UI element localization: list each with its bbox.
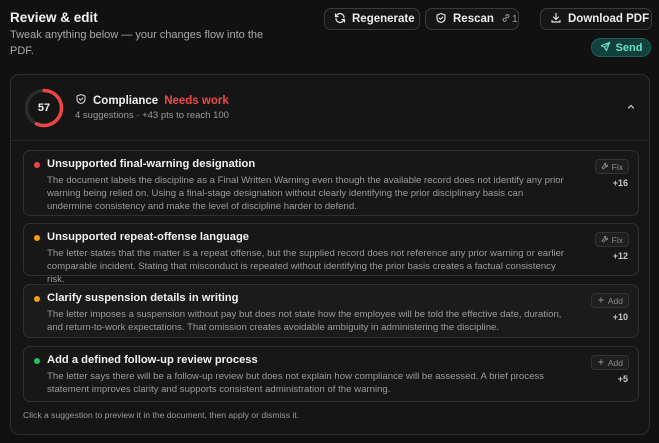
regenerate-button[interactable]: Regenerate <box>324 8 420 30</box>
plus-icon <box>597 296 605 306</box>
rescan-count-value: 1 <box>511 13 518 25</box>
compliance-summary-row[interactable]: 57 Compliance Needs work 4 suggestions ·… <box>11 75 649 141</box>
suggestion-card[interactable]: Unsupported repeat-offense language The … <box>23 223 639 285</box>
compliance-score-value: 57 <box>37 102 51 114</box>
add-button[interactable]: Add <box>590 355 629 370</box>
plus-icon <box>597 358 605 368</box>
send-button[interactable]: Send <box>591 38 651 57</box>
rescan-count: 1 <box>501 13 518 26</box>
fix-label: Fix <box>611 234 623 245</box>
severity-dot <box>34 296 40 302</box>
download-pdf-label: Download PDF <box>568 13 650 25</box>
severity-dot <box>34 162 40 168</box>
suggestion-card[interactable]: Add a defined follow-up review process T… <box>23 346 639 402</box>
suggestion-points: +10 <box>612 312 628 322</box>
shield-icon <box>75 93 87 108</box>
send-label: Send <box>615 41 643 54</box>
suggestion-card[interactable]: Clarify suspension details in writing Th… <box>23 284 639 338</box>
suggestion-title: Unsupported repeat-offense language <box>47 231 250 243</box>
download-pdf-button[interactable]: Download PDF <box>540 8 652 30</box>
page-subtitle: Tweak anything below — your changes flow… <box>10 29 264 57</box>
add-label: Add <box>607 357 623 368</box>
add-button[interactable]: Add <box>590 293 629 308</box>
chevron-up-icon[interactable] <box>625 100 637 112</box>
header: Review & edit Tweak anything below — you… <box>10 8 652 68</box>
compliance-status: Needs work <box>164 94 229 107</box>
link-icon <box>501 13 511 26</box>
wrench-icon <box>601 235 609 245</box>
suggestion-points: +16 <box>612 178 628 188</box>
suggestion-description: The letter says there will be a follow-u… <box>47 371 544 395</box>
regenerate-label: Regenerate <box>352 13 415 25</box>
suggestion-title: Clarify suspension details in writing <box>47 292 239 304</box>
download-icon <box>550 12 562 27</box>
wrench-icon <box>601 162 609 172</box>
send-icon <box>600 41 611 55</box>
rescan-button[interactable]: Rescan 1 <box>425 8 519 30</box>
suggestion-points: +5 <box>617 374 628 384</box>
suggestion-title: Unsupported final-warning designation <box>47 158 256 170</box>
footer-hint: Click a suggestion to preview it in the … <box>23 410 300 420</box>
fix-button[interactable]: Fix <box>594 232 629 247</box>
suggestion-title: Add a defined follow-up review process <box>47 354 258 366</box>
suggestion-card[interactable]: Unsupported final-warning designation Th… <box>23 150 639 216</box>
fix-label: Fix <box>611 161 623 172</box>
suggestion-description: The letter imposes a suspension without … <box>47 309 562 333</box>
fix-button[interactable]: Fix <box>594 159 629 174</box>
add-label: Add <box>607 295 623 306</box>
severity-dot <box>34 235 40 241</box>
page-title: Review & edit <box>10 10 98 25</box>
shield-check-icon <box>435 12 447 27</box>
suggestion-description: The letter states that the matter is a r… <box>47 248 565 285</box>
suggestion-points: +12 <box>612 251 628 261</box>
rescan-label: Rescan <box>453 13 494 25</box>
compliance-panel: 57 Compliance Needs work 4 suggestions ·… <box>10 74 650 435</box>
severity-dot <box>34 358 40 364</box>
compliance-summary: 4 suggestions · +43 pts to reach 100 <box>75 110 229 121</box>
compliance-heading: Compliance Needs work <box>75 93 229 108</box>
compliance-score-ring: 57 <box>23 87 65 129</box>
refresh-icon <box>334 12 346 27</box>
compliance-title: Compliance <box>93 94 159 107</box>
review-edit-page: Review & edit Tweak anything below — you… <box>0 0 659 443</box>
suggestion-description: The document labels the discipline as a … <box>47 175 564 212</box>
